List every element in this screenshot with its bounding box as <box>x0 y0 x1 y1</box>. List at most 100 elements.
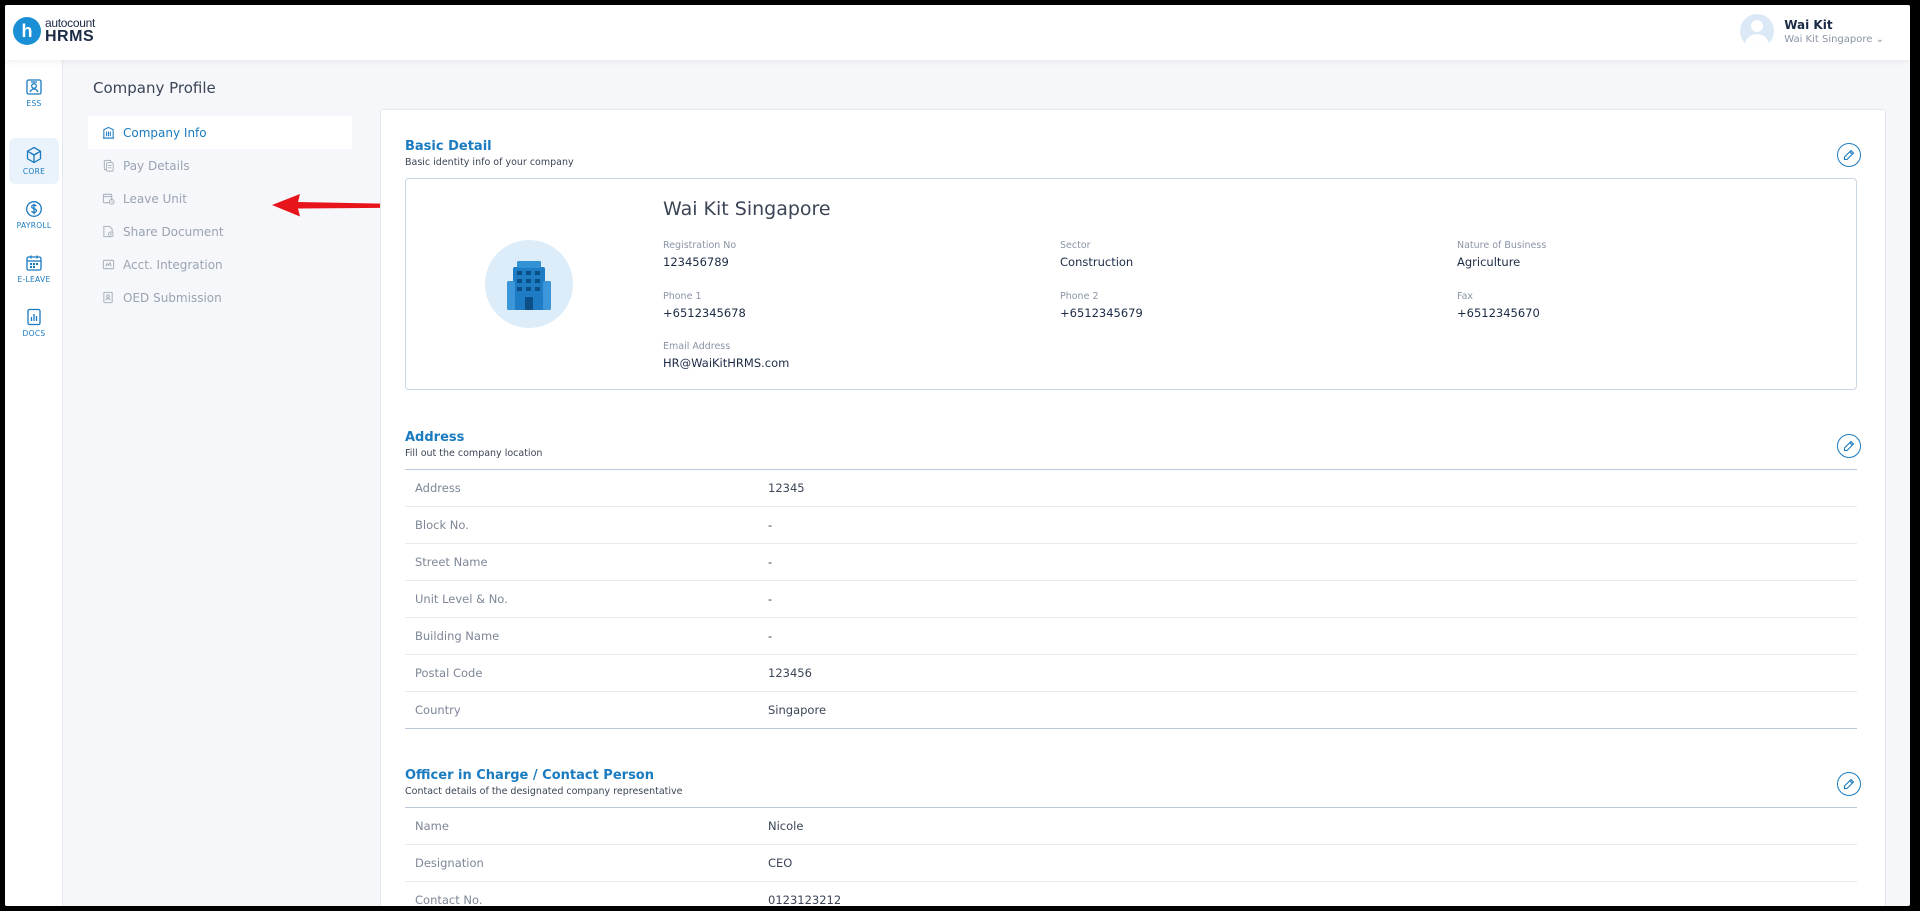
address-subtitle: Fill out the company location <box>405 448 543 459</box>
rail-label: DOCS <box>22 329 46 338</box>
chevron-down-icon: ⌄ <box>1875 33 1884 45</box>
address-table: Address 12345 Block No. - Street Name - Uni… <box>405 469 1857 729</box>
row-label: Building Name <box>415 629 500 643</box>
rail-label: CORE <box>22 167 46 176</box>
dollar-icon <box>26 201 42 217</box>
table-row: Street Name - <box>405 544 1857 581</box>
user-name: Wai Kit <box>1784 17 1833 32</box>
table-row: Name Nicole <box>405 808 1857 845</box>
field-label: Nature of Business <box>1457 240 1547 251</box>
row-value: Singapore <box>768 703 827 717</box>
table-row: Address 12345 <box>405 470 1857 507</box>
rail-label: ESS <box>26 99 42 108</box>
row-value: 123456 <box>768 666 812 680</box>
table-row: Designation CEO <box>405 845 1857 882</box>
field-phone-1: Phone 1 +6512345678 <box>663 291 746 320</box>
table-row: Postal Code 123456 <box>405 655 1857 692</box>
field-label: Phone 1 <box>663 291 702 302</box>
field-label: Sector <box>1060 240 1091 251</box>
row-label: Unit Level & No. <box>415 592 508 606</box>
company-name: Wai Kit Singapore <box>663 198 831 220</box>
field-value: +6512345678 <box>663 306 746 320</box>
field-value: HR@WaiKitHRMS.com <box>663 356 790 370</box>
edit-address-button[interactable] <box>1837 434 1861 458</box>
field-sector: Sector Construction <box>1060 240 1133 269</box>
field-value: Construction <box>1060 255 1134 269</box>
basic-detail-subtitle: Basic identity info of your company <box>405 157 574 168</box>
row-value: 0123123212 <box>768 893 842 906</box>
field-label: Fax <box>1457 291 1474 302</box>
field-value: +6512345670 <box>1457 306 1540 320</box>
menu-label: OED Submission <box>123 290 222 305</box>
integration-icon <box>102 259 115 270</box>
row-label: Designation <box>415 856 484 870</box>
building-icon <box>102 126 115 139</box>
menu-item-oed-submission[interactable]: OED Submission <box>88 281 352 314</box>
rail-item-payroll[interactable]: PAYROLL <box>9 192 59 238</box>
row-value: - <box>768 592 773 606</box>
field-value: Agriculture <box>1457 255 1521 269</box>
submission-icon <box>103 291 113 304</box>
pencil-icon <box>1843 778 1855 790</box>
officer-table: Name Nicole Designation CEO Contact No. 012… <box>405 807 1857 906</box>
app-logo[interactable]: h autocount HRMS <box>13 17 95 45</box>
rail-label: E-LEAVE <box>17 275 51 284</box>
document-share-icon <box>103 225 114 238</box>
field-phone-2: Phone 2 +6512345679 <box>1060 291 1143 320</box>
table-row: Building Name - <box>405 618 1857 655</box>
table-row: Block No. - <box>405 507 1857 544</box>
row-label: Block No. <box>415 518 469 532</box>
calendar-clock-icon <box>102 193 115 205</box>
menu-item-company-info[interactable]: Company Info <box>88 116 352 149</box>
row-value: - <box>768 555 773 569</box>
menu-label: Leave Unit <box>123 191 187 206</box>
logo-main-text: HRMS <box>45 28 95 45</box>
row-label: Address <box>415 481 461 495</box>
field-value: +6512345679 <box>1060 306 1143 320</box>
basic-detail-title: Basic Detail <box>405 139 492 154</box>
edit-officer-button[interactable] <box>1837 772 1861 796</box>
rail-item-core[interactable]: CORE <box>9 138 59 184</box>
user-company: Wai Kit Singapore ⌄ <box>1784 33 1884 45</box>
officer-title: Officer in Charge / Contact Person <box>405 768 654 783</box>
rail-item-docs[interactable]: DOCS <box>9 300 59 346</box>
field-label: Registration No <box>663 240 737 251</box>
edit-basic-detail-button[interactable] <box>1837 143 1861 167</box>
field-value: 123456789 <box>663 255 729 269</box>
row-label: Name <box>415 819 449 833</box>
user-menu[interactable]: Wai Kit Wai Kit Singapore ⌄ <box>1740 14 1884 48</box>
menu-item-pay-details[interactable]: Pay Details <box>88 149 352 182</box>
rail-item-ess[interactable]: ESS <box>9 70 59 116</box>
row-label: Contact No. <box>415 893 483 906</box>
menu-label: Share Document <box>123 224 224 239</box>
top-header: h autocount HRMS Wai Kit Wai Kit Singapo… <box>5 5 1910 60</box>
row-value: 12345 <box>768 481 805 495</box>
receipt-icon <box>103 159 114 172</box>
row-label: Country <box>415 703 461 717</box>
basic-detail-box: Wai Kit Singapore Registration No 123456… <box>405 178 1857 390</box>
field-label: Phone 2 <box>1060 291 1099 302</box>
logo-mark: h <box>13 17 41 45</box>
cube-icon <box>26 146 42 164</box>
menu-item-acct-integration[interactable]: Acct. Integration <box>88 248 352 281</box>
module-rail: ESS CORE PAYROLL E-LEAVE DOCS <box>5 60 63 906</box>
company-logo <box>485 240 573 328</box>
row-value: CEO <box>768 856 793 870</box>
company-info-card: Basic Detail Basic identity info of your… <box>380 109 1886 906</box>
table-row: Country Singapore <box>405 692 1857 729</box>
row-value: - <box>768 518 773 532</box>
rail-item-e-leave[interactable]: E-LEAVE <box>9 246 59 292</box>
building-icon <box>507 261 551 310</box>
menu-label: Company Info <box>123 125 207 140</box>
row-value: - <box>768 629 773 643</box>
table-row: Unit Level & No. - <box>405 581 1857 618</box>
officer-subtitle: Contact details of the designated compan… <box>405 786 683 797</box>
row-value: Nicole <box>768 819 804 833</box>
row-label: Street Name <box>415 555 488 569</box>
row-label: Postal Code <box>415 666 483 680</box>
menu-label: Pay Details <box>123 158 190 173</box>
field-email: Email Address HR@WaiKitHRMS.com <box>663 341 789 370</box>
field-fax: Fax +6512345670 <box>1457 291 1540 320</box>
chart-document-icon <box>27 308 41 326</box>
pencil-icon <box>1843 149 1855 161</box>
